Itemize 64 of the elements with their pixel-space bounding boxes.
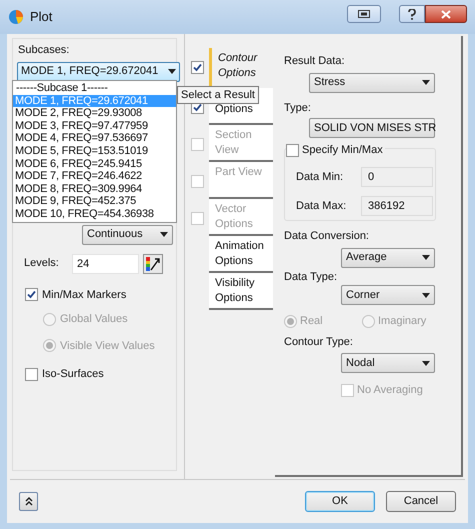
subcase-option[interactable]: MODE 5, FREQ=153.51019 [13, 144, 176, 158]
tab[interactable]: Visibility Options [209, 273, 273, 310]
close-button[interactable] [425, 5, 467, 23]
levels-field[interactable]: 24 [72, 254, 139, 274]
subcase-option[interactable]: MODE 7, FREQ=246.4622 [13, 170, 176, 183]
window-title: Plot [30, 8, 52, 26]
data-conversion-label: Data Conversion: [284, 229, 370, 244]
subcase-option[interactable]: MODE 4, FREQ=97.536697 [13, 132, 176, 145]
data-min-field[interactable]: 0 [361, 167, 433, 187]
contour-type-label: Contour Type: [284, 334, 354, 350]
help-button[interactable] [399, 5, 425, 23]
window-icon [358, 10, 370, 18]
collapse-button[interactable] [19, 492, 38, 511]
subcase-option[interactable]: MODE 2, FREQ=29.93008 [13, 107, 176, 120]
subcase-option[interactable]: MODE 3, FREQ=97.477959 [13, 120, 176, 132]
dropdown-arrow-icon [422, 255, 430, 260]
app-icon [8, 9, 24, 25]
data-min-label: Data Min: [296, 170, 344, 185]
result-data-label: Result Data: [284, 54, 346, 69]
dropdown-arrow-icon [422, 292, 430, 298]
type-label: Type: [284, 100, 312, 116]
data-max-label: Data Max: [296, 198, 348, 214]
tab-checkbox[interactable] [191, 61, 204, 74]
dropdown-arrow-icon [168, 69, 176, 74]
iso-surfaces-label: Iso-Surfaces [42, 367, 104, 382]
contour-type-dropdown[interactable]: Nodal [341, 353, 435, 373]
data-max-field[interactable]: 386192 [361, 196, 433, 216]
radio-label: Global Values [60, 312, 128, 327]
radio-label: Imaginary [378, 314, 426, 329]
restore-button[interactable] [347, 5, 381, 23]
scale-dropdown[interactable]: Continuous [82, 224, 173, 244]
min-max-checkbox[interactable] [25, 288, 38, 302]
help-icon [408, 8, 416, 20]
subcase-option[interactable]: MODE 8, FREQ=309.9964 [13, 182, 176, 196]
dialog-button[interactable]: OK [305, 491, 375, 512]
subcase-option[interactable]: ------Subcase 1------ [13, 82, 176, 95]
radio-label: Visible View Values [60, 338, 155, 354]
specify-min-max-checkbox[interactable] [286, 144, 299, 157]
subcase-option[interactable]: MODE 10, FREQ=454.36938 [13, 208, 176, 221]
dialog-button[interactable]: Cancel [386, 491, 456, 512]
subcases-dropdown[interactable]: MODE 1, FREQ=29.672041 [17, 62, 180, 82]
no-averaging-label: No Averaging [357, 383, 423, 398]
levels-label: Levels: [24, 256, 60, 272]
type-dropdown[interactable]: SOLID VON MISES STR [309, 118, 435, 138]
subcase-option[interactable]: MODE 9, FREQ=452.375 [13, 195, 176, 208]
close-icon [441, 10, 451, 18]
iso-surfaces-checkbox[interactable] [25, 368, 38, 381]
data-type-label: Data Type: [284, 270, 338, 284]
tab[interactable]: Animation Options [209, 236, 273, 273]
dropdown-arrow-icon [422, 80, 430, 85]
double-chevron-up-icon [24, 497, 32, 506]
data-type-dropdown[interactable]: Corner [341, 285, 435, 305]
dropdown-arrow-icon [160, 232, 168, 237]
radio-label: Real [300, 314, 323, 329]
color-scale-icon [145, 256, 161, 272]
specify-min-max-label: Specify Min/Max [302, 143, 383, 158]
color-scale-button[interactable] [143, 254, 163, 274]
tooltip: Select a Result [177, 86, 259, 104]
subcase-option[interactable]: MODE 6, FREQ=245.9415 [13, 158, 176, 170]
subcases-label: Subcases: [18, 43, 70, 58]
result-data-dropdown[interactable]: Stress [309, 72, 435, 92]
dropdown-arrow-icon [422, 360, 430, 366]
min-max-label: Min/Max Markers [42, 288, 126, 302]
data-conversion-dropdown[interactable]: Average [341, 248, 435, 268]
